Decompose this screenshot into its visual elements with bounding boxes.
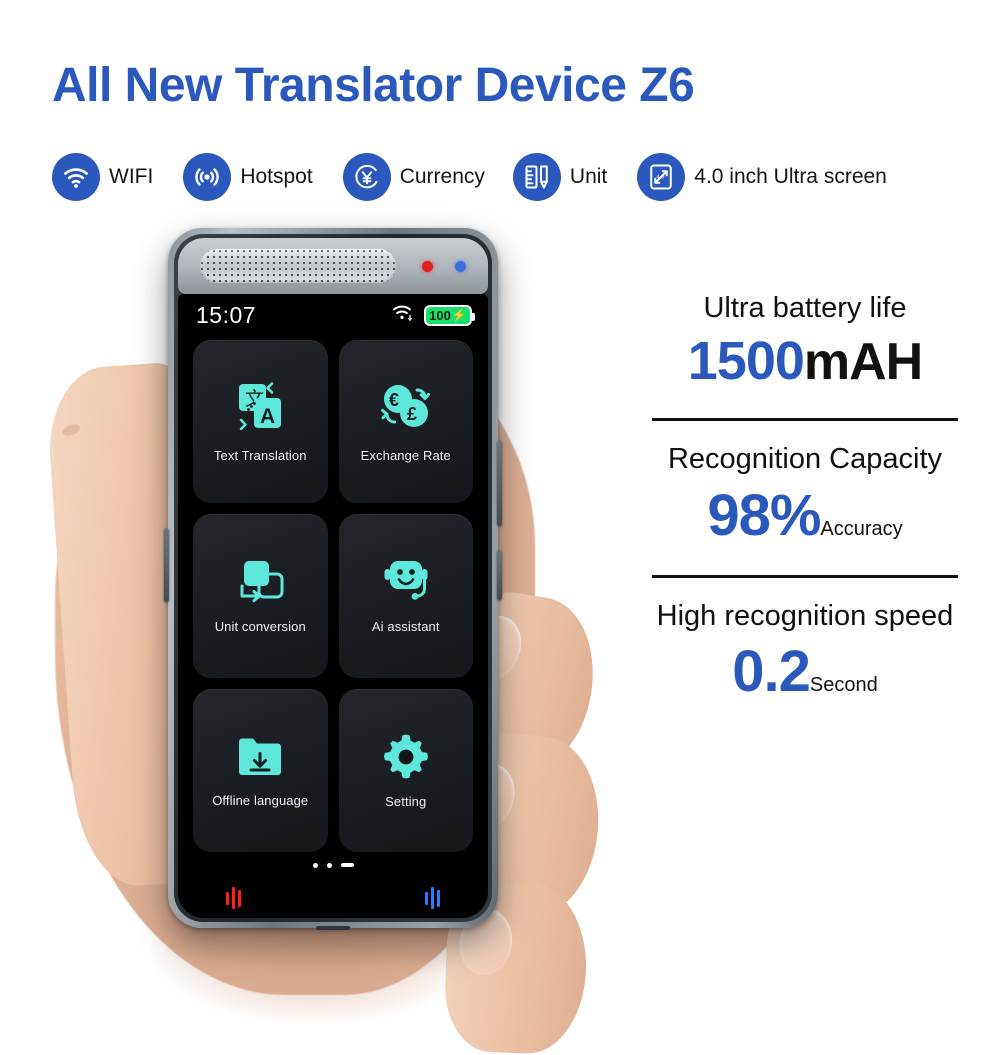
spec-unit: mAH bbox=[803, 333, 923, 392]
feature-badge-row: WIFI Hotspot Currency Unit 4.0 4.0 inch … bbox=[52, 146, 982, 208]
spec-divider bbox=[652, 574, 958, 578]
unit-ruler-icon bbox=[512, 153, 561, 201]
page-dot bbox=[312, 862, 318, 868]
app-label: Exchange Rate bbox=[360, 448, 451, 464]
feature-badge-unit: Unit bbox=[512, 153, 608, 201]
spec-value: 98%Accuracy bbox=[640, 482, 970, 549]
record-waveform-red-icon[interactable] bbox=[226, 887, 241, 909]
feature-badge-hotspot: Hotspot bbox=[183, 153, 313, 201]
spec-number: 98% bbox=[707, 482, 821, 548]
battery-level-text: 100 bbox=[429, 307, 451, 323]
wifi-icon bbox=[52, 153, 100, 201]
spec-unit: Accuracy bbox=[820, 517, 903, 540]
feature-badge-label: Unit bbox=[569, 165, 608, 188]
app-label: Unit conversion bbox=[214, 619, 306, 635]
led-indicator-red bbox=[422, 260, 433, 272]
led-indicator-blue bbox=[455, 260, 466, 272]
screen-size-icon: 4.0 bbox=[637, 153, 686, 201]
svg-text:£: £ bbox=[407, 404, 417, 424]
side-button-right-power[interactable] bbox=[497, 550, 502, 600]
translator-device: 15:07 100 ⚡ 文 A Text Translation € £ Exc… bbox=[164, 228, 502, 930]
page-title: All New Translator Device Z6 bbox=[52, 59, 695, 112]
page-indicator[interactable] bbox=[178, 852, 488, 878]
svg-text:€: € bbox=[389, 390, 399, 410]
bolt-icon: ⚡ bbox=[451, 308, 467, 322]
gear-icon bbox=[377, 732, 435, 784]
svg-text:4.0: 4.0 bbox=[657, 175, 665, 181]
spec-value: 1500mAH bbox=[640, 330, 970, 392]
battery-indicator: 100 ⚡ bbox=[424, 304, 475, 326]
app-label: Offline language bbox=[212, 792, 309, 808]
page-dash-active bbox=[340, 863, 354, 867]
feature-badge-label: Hotspot bbox=[240, 165, 313, 188]
spec-number: 1500 bbox=[687, 331, 805, 392]
feature-badge-screen-size: 4.0 4.0 inch Ultra screen bbox=[637, 153, 887, 201]
spec-number: 0.2 bbox=[732, 639, 811, 705]
app-tile-text-translation[interactable]: 文 A Text Translation bbox=[193, 340, 328, 504]
spec-title: Ultra battery life bbox=[703, 292, 907, 324]
app-grid: 文 A Text Translation € £ Exchange Rate U… bbox=[178, 336, 488, 852]
folder-download-icon bbox=[229, 733, 291, 783]
app-label: Text Translation bbox=[213, 448, 307, 464]
hotspot-icon bbox=[183, 153, 232, 201]
status-bar-clock: 15:07 bbox=[196, 301, 257, 328]
spec-title: Recognition Capacity bbox=[667, 443, 943, 476]
speaker-grille bbox=[200, 249, 396, 283]
side-button-right-volume[interactable] bbox=[497, 440, 502, 526]
app-tile-unit-conversion[interactable]: Unit conversion bbox=[193, 514, 328, 678]
app-tile-ai-assistant[interactable]: Ai assistant bbox=[338, 514, 473, 678]
translate-icon: 文 A bbox=[229, 380, 291, 438]
record-waveform-blue-icon[interactable] bbox=[425, 887, 440, 909]
robot-icon bbox=[375, 557, 437, 609]
device-screen: 15:07 100 ⚡ 文 A Text Translation € £ Exc… bbox=[178, 294, 488, 918]
currency-yen-icon bbox=[342, 153, 391, 201]
feature-badge-currency: Currency bbox=[342, 153, 485, 201]
spec-panel: Ultra battery life 1500mAH Recognition C… bbox=[640, 292, 970, 705]
app-tile-offline-language[interactable]: Offline language bbox=[193, 688, 328, 852]
unit-conversion-icon bbox=[229, 557, 291, 609]
app-tile-exchange-rate[interactable]: € £ Exchange Rate bbox=[338, 340, 473, 504]
mic-indicator-bar bbox=[178, 878, 488, 918]
svg-text:A: A bbox=[260, 405, 275, 428]
spec-unit: Second bbox=[809, 674, 878, 697]
feature-badge-label: 4.0 inch Ultra screen bbox=[694, 165, 887, 188]
currency-exchange-icon: € £ bbox=[375, 380, 437, 438]
spec-divider bbox=[652, 418, 958, 422]
spec-recognition-speed: High recognition speed 0.2Second bbox=[640, 600, 970, 705]
page-dot bbox=[326, 862, 332, 868]
app-label: Setting bbox=[385, 793, 427, 809]
wifi-icon bbox=[391, 303, 415, 328]
feature-badge-label: Currency bbox=[399, 165, 485, 188]
spec-recognition-capacity: Recognition Capacity 98%Accuracy bbox=[640, 443, 970, 548]
side-button-left[interactable] bbox=[164, 528, 169, 602]
device-top-bezel bbox=[178, 238, 488, 294]
spec-value: 0.2Second bbox=[640, 638, 970, 705]
feature-badge-wifi: WIFI bbox=[52, 153, 153, 201]
spec-battery: Ultra battery life 1500mAH bbox=[640, 292, 970, 392]
spec-title: High recognition speed bbox=[656, 599, 954, 632]
feature-badge-label: WIFI bbox=[109, 165, 154, 188]
app-label: Ai assistant bbox=[371, 619, 440, 635]
status-bar: 15:07 100 ⚡ bbox=[178, 294, 488, 336]
charging-port bbox=[316, 926, 350, 930]
app-tile-setting[interactable]: Setting bbox=[338, 688, 473, 852]
